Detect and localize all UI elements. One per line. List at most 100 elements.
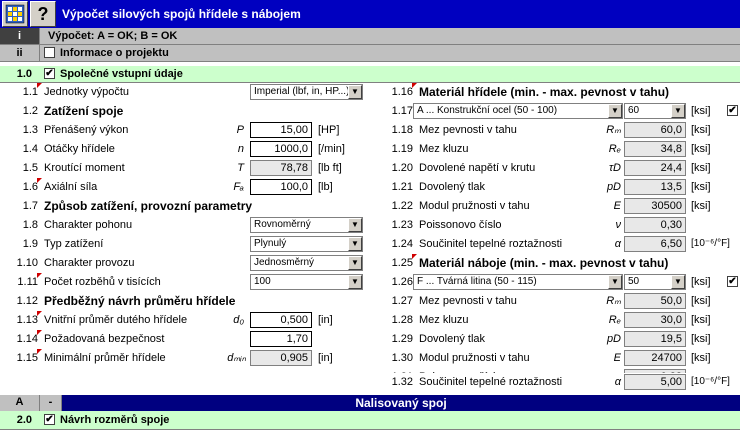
speed-input[interactable]: 1000,0 (250, 141, 312, 157)
note-marker (412, 83, 417, 88)
unit: [in] (318, 314, 333, 326)
info-checkbox[interactable] (44, 47, 55, 58)
row-number: 1.32 (391, 376, 413, 388)
shaft-material-checkbox[interactable]: ✔ (727, 105, 738, 116)
hub-strength-value: 50 (628, 276, 640, 287)
starts-select-value: 100 (254, 276, 271, 287)
row-1-10: 1.10 Charakter provozu Jednosměrný ▼ (0, 254, 370, 272)
symbol: Fₐ (233, 181, 244, 193)
row-1-19: 1.19 Mez kluzu Rₑ 34,8 [ksi] (375, 140, 740, 158)
row-number: 1.16 (391, 86, 413, 98)
row-number: 1.20 (391, 162, 413, 174)
section-header: Materiál náboje (min. - max. pevnost v t… (419, 256, 669, 270)
row-number: 1.29 (391, 333, 413, 345)
shaft-material-value: A ... Konstrukční ocel (50 - 100) (417, 105, 558, 116)
chevron-down-icon[interactable]: ▼ (348, 256, 362, 270)
value: 50,0 (624, 293, 686, 309)
row-1-4: 1.4 Otáčky hřídele n 1000,0 [/min] (0, 140, 370, 158)
row-label: Otáčky hřídele (44, 143, 115, 155)
help-icon[interactable]: ? (30, 1, 56, 27)
row-number: 1.10 (16, 257, 38, 269)
row-number: 1.27 (391, 295, 413, 307)
row-1-25: 1.25 Materiál náboje (min. - max. pevnos… (375, 254, 740, 272)
axial-force-input[interactable]: 100,0 (250, 179, 312, 195)
row-number: 1.11 (17, 276, 38, 288)
safety-input[interactable]: 1,70 (250, 331, 312, 347)
unit: [ksi] (691, 105, 711, 117)
value: 30,0 (624, 312, 686, 328)
chevron-down-icon[interactable]: ▼ (348, 218, 362, 232)
section1-band: 1.0 ✔ Společné vstupní údaje (0, 66, 740, 83)
chevron-down-icon[interactable]: ▼ (348, 275, 362, 289)
row-label: Poissonovo číslo (419, 219, 502, 231)
power-input[interactable]: 15,00 (250, 122, 312, 138)
starts-select[interactable]: 100 ▼ (250, 274, 363, 290)
units-select-value: Imperial (lbf, in, HP...) (254, 86, 350, 97)
unit: [in] (318, 352, 333, 364)
operation-select[interactable]: Jednosměrný ▼ (250, 255, 363, 271)
load-type-select[interactable]: Plynulý ▼ (250, 236, 363, 252)
row-number: 1.3 (22, 124, 38, 136)
note-marker (37, 83, 42, 88)
unit: [/min] (318, 143, 345, 155)
chevron-down-icon[interactable]: ▼ (671, 275, 685, 289)
shaft-material-select[interactable]: A ... Konstrukční ocel (50 - 100) ▼ (413, 103, 623, 119)
page-title: Výpočet silových spojů hřídele s nábojem (62, 7, 301, 21)
row-label: Mez pevnosti v tahu (419, 295, 517, 307)
row-label: Modul pružnosti v tahu (419, 200, 530, 212)
row-label: Typ zatížení (44, 238, 104, 250)
drive-select[interactable]: Rovnoměrný ▼ (250, 217, 363, 233)
chevron-down-icon[interactable]: ▼ (348, 237, 362, 251)
hub-material-select[interactable]: F ... Tvárná litina (50 - 115) ▼ (413, 274, 623, 290)
units-select[interactable]: Imperial (lbf, in, HP...) ▼ (250, 84, 363, 100)
row-1-6: 1.6 Axiální síla Fₐ 100,0 [lb] (0, 178, 370, 196)
hub-material-checkbox[interactable]: ✔ (727, 276, 738, 287)
row-label: Dovolený tlak (419, 181, 486, 193)
unit: [ksi] (691, 124, 711, 136)
section1-checkbox[interactable]: ✔ (44, 68, 55, 79)
row-number: 1.15 (16, 352, 38, 364)
load-type-select-value: Plynulý (254, 238, 287, 249)
tab-a[interactable]: A (0, 395, 40, 411)
section-a-title: Nalisovaný spoj (355, 396, 447, 410)
symbol: Rₘ (606, 295, 621, 307)
unit: [HP] (318, 124, 340, 136)
row-number: 1.6 (22, 181, 38, 193)
chevron-down-icon[interactable]: ▼ (671, 104, 685, 118)
value: 5,00 (624, 374, 686, 390)
collapse-button[interactable]: - (40, 395, 62, 411)
unit: [ksi] (691, 181, 711, 193)
row-1-15: 1.15 Minimální průměr hřídele dₘᵢₙ 0,905… (0, 349, 370, 367)
chevron-down-icon[interactable]: ▼ (348, 85, 362, 99)
shaft-strength-select[interactable]: 60 ▼ (624, 103, 686, 119)
chevron-down-icon[interactable]: ▼ (608, 275, 622, 289)
hub-strength-select[interactable]: 50 ▼ (624, 274, 686, 290)
symbol: ν (615, 219, 622, 231)
symbol: pD (606, 181, 621, 193)
row-1-17: 1.17 A ... Konstrukční ocel (50 - 100) ▼ … (375, 102, 740, 120)
unit: [ksi] (691, 200, 711, 212)
symbol: pD (606, 333, 621, 345)
row-number: 1.7 (22, 200, 38, 212)
row-1-32-visible: 1.32 Součinitel tepelné roztažnosti α 5,… (375, 373, 740, 391)
row-label: Počet rozběhů v tisících (44, 276, 161, 288)
row-1-2: 1.2 Zatížení spoje (0, 102, 370, 120)
value: 60,0 (624, 122, 686, 138)
row-label: Jednotky výpočtu (44, 86, 129, 98)
section2-band: 2.0 ✔ Návrh rozměrů spoje (0, 411, 740, 430)
symbol: Rₘ (606, 124, 621, 136)
symbol: τD (608, 162, 621, 174)
tab-ii[interactable]: ii (0, 45, 40, 61)
symbol: α (614, 376, 621, 388)
unit: [ksi] (691, 276, 711, 288)
section-header: Zatížení spoje (44, 104, 124, 118)
section2-checkbox[interactable]: ✔ (44, 414, 55, 425)
inner-diameter-input[interactable]: 0,500 (250, 312, 312, 328)
row-number: 1.25 (391, 257, 413, 269)
chevron-down-icon[interactable]: ▼ (608, 104, 622, 118)
symbol: Rₑ (608, 314, 621, 326)
tab-i[interactable]: i (0, 28, 40, 44)
row-number: 1.8 (22, 219, 38, 231)
hub-material-value: F ... Tvárná litina (50 - 115) (417, 276, 537, 287)
app-grid-icon[interactable] (2, 1, 28, 27)
